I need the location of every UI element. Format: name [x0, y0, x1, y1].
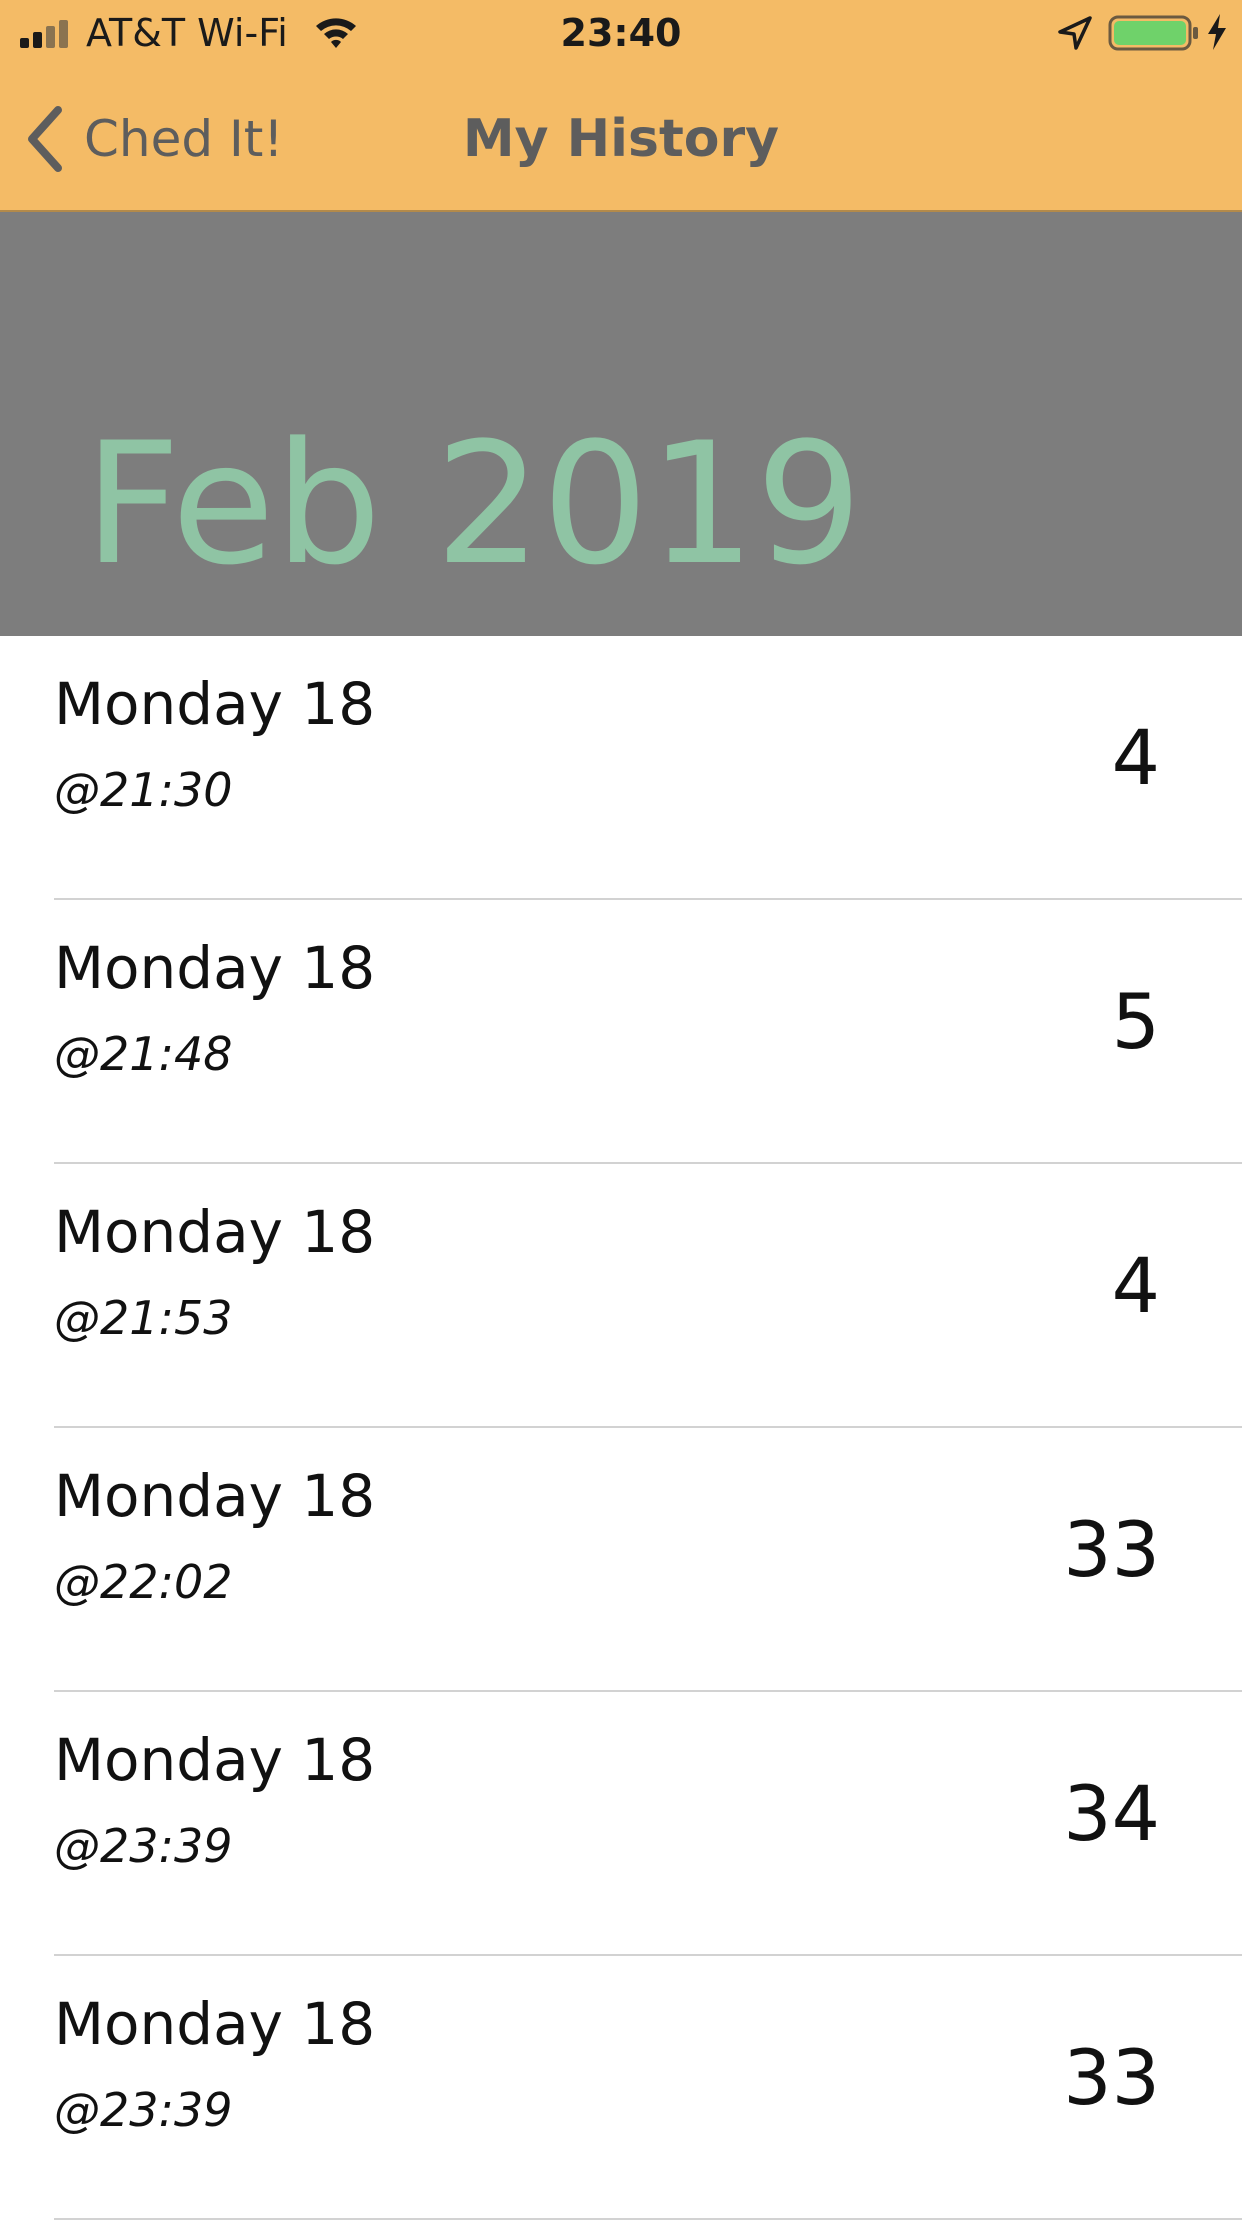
history-row[interactable]: Monday 18 @22:02 33: [0, 1428, 1242, 1692]
location-arrow-icon: [1058, 16, 1092, 50]
history-list: Monday 18 @21:30 4 Monday 18 @21:48 5 Mo…: [0, 636, 1242, 2220]
history-time: @21:30: [54, 763, 233, 817]
history-day: Monday 18: [54, 1726, 376, 1794]
history-count: 4: [1111, 713, 1160, 802]
history-count: 33: [1063, 1505, 1160, 1594]
history-row[interactable]: Monday 18 @23:39 33: [0, 1956, 1242, 2220]
history-count: 33: [1063, 2033, 1160, 2122]
history-day: Monday 18: [54, 670, 376, 738]
history-count: 34: [1063, 1769, 1160, 1858]
charging-bolt-icon: [1208, 14, 1226, 50]
status-bar: AT&T Wi-Fi 23:40: [0, 0, 1242, 66]
history-count: 4: [1111, 1241, 1160, 1330]
history-day: Monday 18: [54, 1990, 376, 2058]
page-title: My History: [462, 109, 780, 169]
history-time: @21:53: [54, 1291, 233, 1345]
history-row[interactable]: Monday 18 @21:48 5: [0, 900, 1242, 1164]
history-time: @22:02: [54, 1555, 233, 1609]
history-row[interactable]: Monday 18 @21:53 4: [0, 1164, 1242, 1428]
history-row[interactable]: Monday 18 @21:30 4: [0, 636, 1242, 900]
history-day: Monday 18: [54, 934, 376, 1002]
history-time: @23:39: [54, 1819, 233, 1873]
history-day: Monday 18: [54, 1462, 376, 1530]
navigation-bar: Ched It! My History: [0, 66, 1242, 212]
app-header: AT&T Wi-Fi 23:40 Ched It! My History: [0, 0, 1242, 212]
month-label: Feb 2019: [84, 406, 863, 602]
month-section-header: Feb 2019: [0, 212, 1242, 636]
history-time: @23:39: [54, 2083, 233, 2137]
history-time: @21:48: [54, 1027, 233, 1081]
battery-charging-icon: [1108, 15, 1198, 51]
history-day: Monday 18: [54, 1198, 376, 1266]
history-row[interactable]: Monday 18 @23:39 34: [0, 1692, 1242, 1956]
history-count: 5: [1111, 977, 1160, 1066]
